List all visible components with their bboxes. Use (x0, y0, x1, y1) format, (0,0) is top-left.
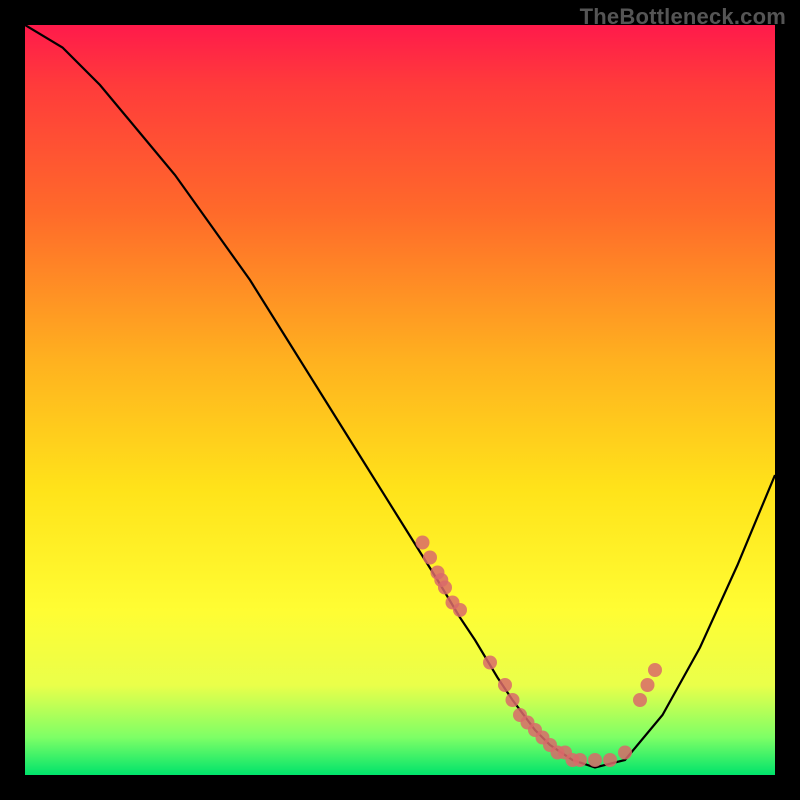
scatter-point (573, 753, 587, 767)
scatter-point (438, 581, 452, 595)
scatter-point (453, 603, 467, 617)
scatter-point (416, 536, 430, 550)
watermark-text: TheBottleneck.com (580, 4, 786, 30)
scatter-point (648, 663, 662, 677)
chart-svg (25, 25, 775, 775)
scatter-point (498, 678, 512, 692)
scatter-point (423, 551, 437, 565)
curve-path (25, 25, 775, 768)
scatter-point (588, 753, 602, 767)
scatter-point (603, 753, 617, 767)
curve-line (25, 25, 775, 768)
chart-frame: TheBottleneck.com (0, 0, 800, 800)
scatter-point (641, 678, 655, 692)
scatter-point (506, 693, 520, 707)
scatter-point (618, 746, 632, 760)
scatter-points (416, 536, 663, 768)
scatter-point (483, 656, 497, 670)
scatter-point (633, 693, 647, 707)
